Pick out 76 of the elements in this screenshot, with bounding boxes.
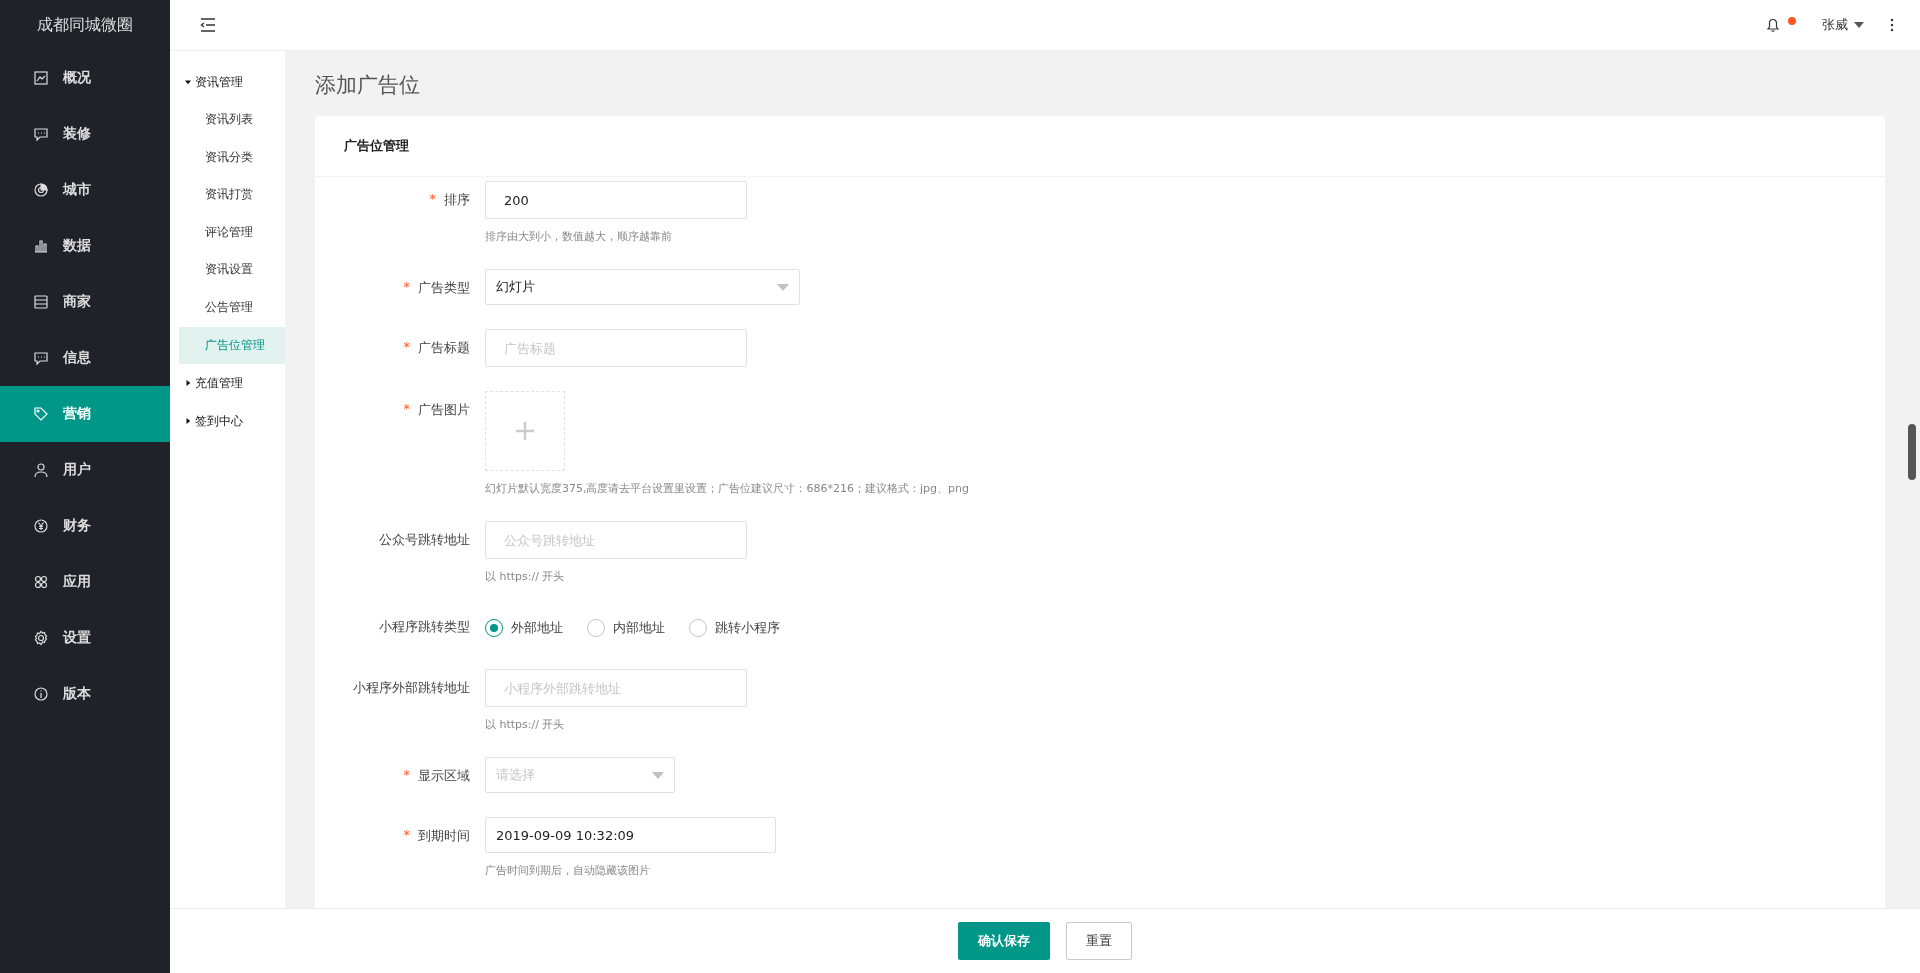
required-asterisk: * <box>403 401 410 416</box>
page-title: 添加广告位 <box>315 72 421 99</box>
sidebar-item[interactable]: 数据 <box>0 218 170 274</box>
caret-down-icon <box>185 79 191 85</box>
reset-button[interactable]: 重置 <box>1066 922 1132 960</box>
required-asterisk: * <box>403 279 410 294</box>
sidebar-item[interactable]: 营销 <box>0 386 170 442</box>
caret-icon <box>1854 22 1864 28</box>
submenu-group[interactable]: 充值管理 <box>170 364 285 403</box>
required-asterisk: * <box>403 339 410 354</box>
field-label: 广告标题 <box>418 339 470 357</box>
sidebar-item[interactable]: 概况 <box>0 50 170 106</box>
field-label: 公众号跳转地址 <box>379 531 470 549</box>
field-label: 广告图片 <box>418 401 470 419</box>
field-label: 排序 <box>444 191 470 209</box>
field-hint: 以 https:// 开头 <box>485 569 566 585</box>
overview-icon <box>33 70 49 86</box>
sidebar-item[interactable]: 财务 <box>0 498 170 554</box>
tag-icon <box>33 406 49 422</box>
input-field[interactable]: 2019-09-09 10:32:09 <box>485 817 776 853</box>
radio-option[interactable]: 内部地址 <box>587 619 665 637</box>
settings-icon <box>33 630 49 646</box>
dial-icon <box>33 182 49 198</box>
sidebar-item[interactable]: 版本 <box>0 666 170 722</box>
field-hint: 排序由大到小，数值越大，顺序越靠前 <box>485 229 673 245</box>
submenu-item[interactable]: 公告管理 <box>179 288 285 327</box>
required-asterisk: * <box>403 827 410 842</box>
menu-icon[interactable] <box>200 18 216 32</box>
field-label: 到期时间 <box>418 827 470 845</box>
radio-option[interactable]: 外部地址 <box>485 619 563 637</box>
field-hint: 以 https:// 开头 <box>485 717 566 733</box>
sidebar-item[interactable]: 设置 <box>0 610 170 666</box>
app-title: 成都同城微圈 <box>36 14 134 36</box>
submenu-group[interactable]: 资讯管理 <box>170 63 285 101</box>
caret-icon <box>777 283 789 291</box>
submenu-item[interactable]: 资讯列表 <box>179 101 285 139</box>
chat-icon <box>33 350 49 366</box>
sidebar-item[interactable]: 应用 <box>0 554 170 610</box>
required-asterisk: * <box>429 191 436 206</box>
user-icon <box>33 462 49 478</box>
chat-icon <box>33 126 49 142</box>
info-icon <box>33 686 49 702</box>
submenu-item[interactable]: 资讯分类 <box>179 138 285 177</box>
sidebar-item[interactable]: 用户 <box>0 442 170 498</box>
sidebar-item[interactable]: 城市 <box>0 162 170 218</box>
field-label: 小程序跳转类型 <box>379 618 470 636</box>
yen-icon <box>33 518 49 534</box>
field-label: 显示区域 <box>418 767 470 785</box>
sidebar-item[interactable]: 信息 <box>0 330 170 386</box>
save-button[interactable]: 确认保存 <box>958 922 1050 960</box>
field-label: 广告类型 <box>418 279 470 297</box>
submenu-item[interactable]: 资讯设置 <box>179 251 285 289</box>
submenu-group[interactable]: 签到中心 <box>170 402 285 441</box>
field-hint: 幻灯片默认宽度375,高度请去平台设置里设置；广告位建议尺寸：686*216；建议格式：jpg、png <box>485 481 969 497</box>
submenu-item[interactable]: 资讯打赏 <box>179 176 285 214</box>
sidebar-item[interactable]: 商家 <box>0 274 170 330</box>
bell-icon[interactable] <box>1765 17 1781 33</box>
plus-icon <box>515 421 535 441</box>
scrollbar-thumb[interactable] <box>1908 424 1916 480</box>
field-hint: 广告时间到期后，自动隐藏该图片 <box>485 863 651 879</box>
more-icon[interactable] <box>1890 18 1894 32</box>
user-menu[interactable]: 张威 <box>1822 16 1848 34</box>
required-asterisk: * <box>403 767 410 782</box>
caret-icon <box>652 771 664 779</box>
field-label: 小程序外部跳转地址 <box>353 679 470 697</box>
radio-option[interactable]: 跳转小程序 <box>689 619 780 637</box>
caret-right-icon <box>185 380 191 387</box>
bars-icon <box>33 238 49 254</box>
apps-icon <box>33 574 49 590</box>
caret-right-icon <box>185 418 191 425</box>
submenu-item[interactable]: 评论管理 <box>179 213 285 252</box>
shop-icon <box>33 294 49 310</box>
input-field[interactable]: 200 <box>485 181 747 219</box>
sidebar-item[interactable]: 装修 <box>0 106 170 162</box>
card-title: 广告位管理 <box>315 116 1885 177</box>
select-field[interactable]: 幻灯片 <box>485 269 800 305</box>
